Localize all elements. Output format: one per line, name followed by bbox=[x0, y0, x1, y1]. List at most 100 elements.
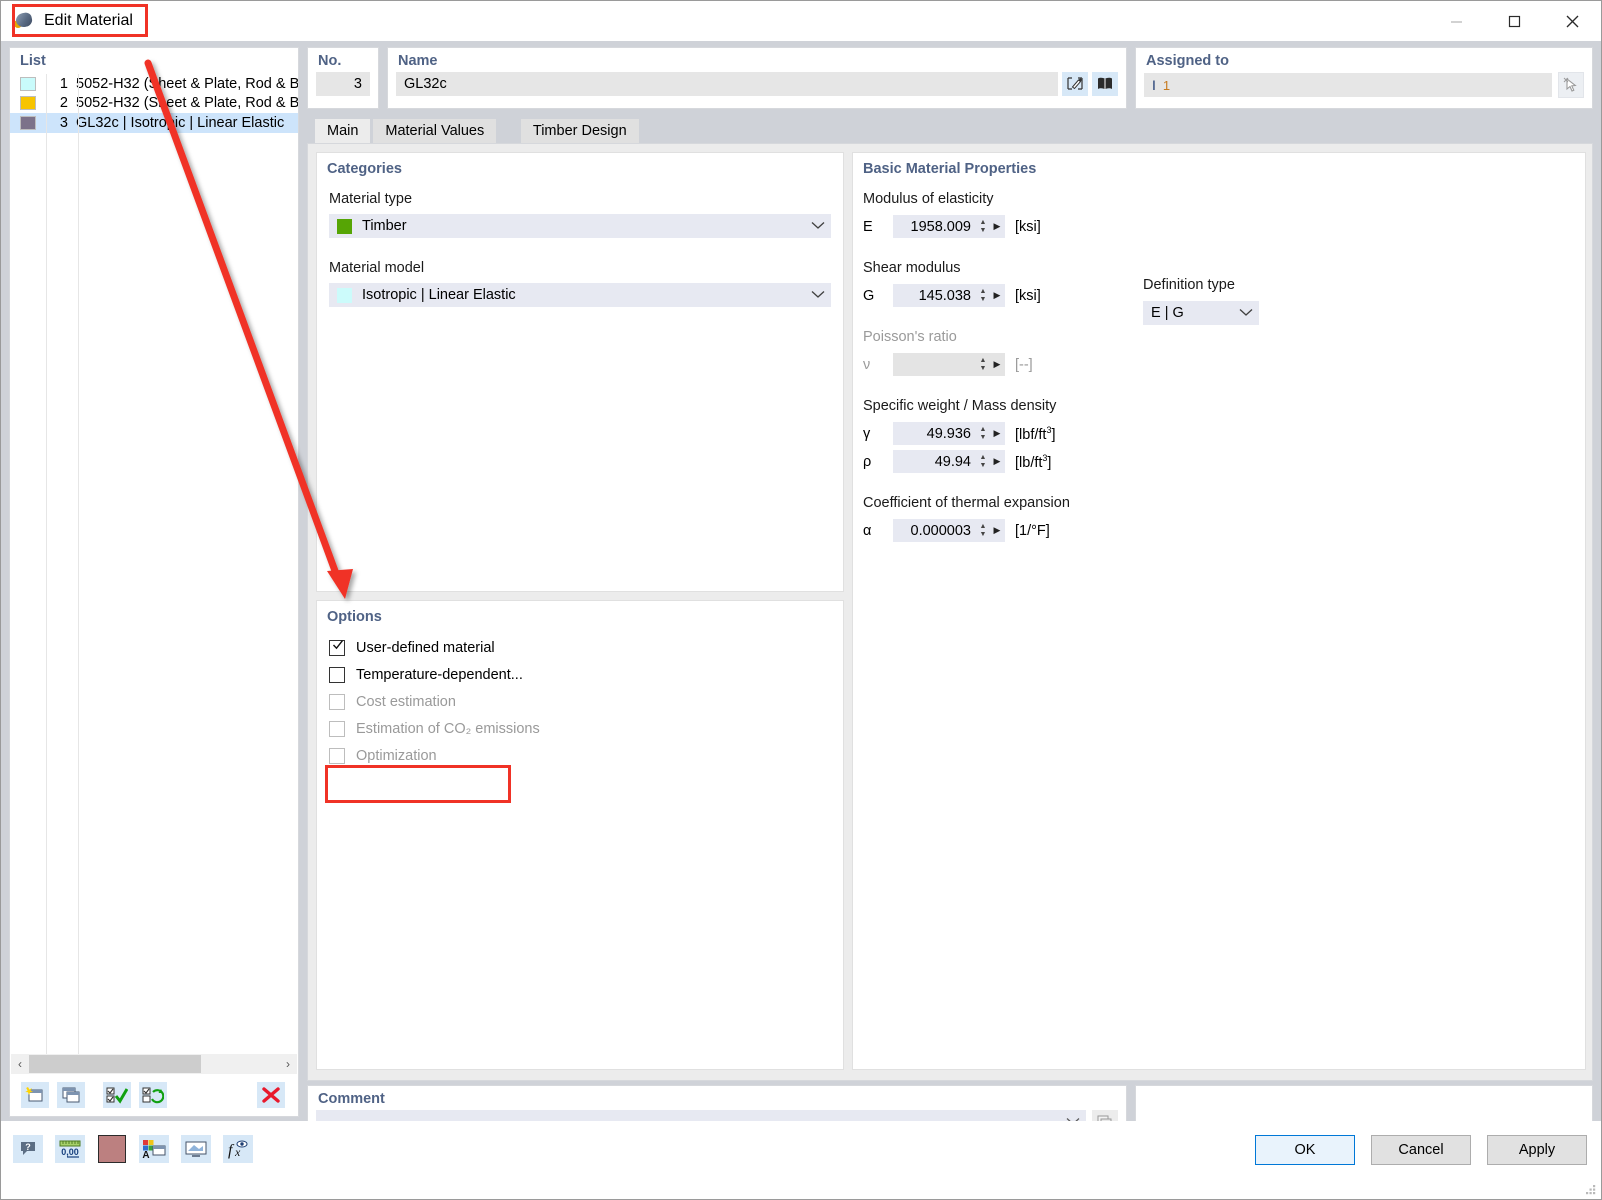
material-list[interactable]: 1 5052-H32 (Sheet & Plate, Rod & Bar) | I… bbox=[10, 74, 298, 133]
E-spinner[interactable]: ▲▼ bbox=[977, 220, 989, 233]
alpha-value: 0.000003 bbox=[893, 523, 977, 539]
basic-properties-title: Basic Material Properties bbox=[853, 153, 1585, 177]
material-sphere-icon bbox=[13, 10, 35, 32]
rho-expand-icon[interactable]: ▶ bbox=[989, 456, 1005, 467]
user-defined-material-checkbox[interactable]: User-defined material bbox=[317, 634, 843, 661]
gamma-input[interactable]: 49.936 ▲▼ ▶ bbox=[893, 422, 1005, 445]
svg-text:0,00: 0,00 bbox=[61, 1147, 79, 1157]
dialog-buttons: OK Cancel Apply bbox=[1255, 1135, 1587, 1165]
definition-type-block: Definition type E | G bbox=[1143, 277, 1263, 325]
assigned-to-input[interactable]: I 1 bbox=[1144, 73, 1552, 97]
delete-material-button[interactable] bbox=[257, 1082, 285, 1108]
list-item[interactable]: 3GL32c | Isotropic | Linear Elastic bbox=[10, 113, 298, 133]
ok-button[interactable]: OK bbox=[1255, 1135, 1355, 1165]
color-swatch-icon[interactable] bbox=[97, 1135, 127, 1163]
G-input[interactable]: 145.038 ▲▼ ▶ bbox=[893, 284, 1005, 307]
thermal-expansion-row: α 0.000003 ▲▼ ▶ [1/°F] bbox=[863, 519, 1585, 542]
tab-material-values[interactable]: Material Values bbox=[373, 119, 496, 143]
alpha-input[interactable]: 0.000003 ▲▼ ▶ bbox=[893, 519, 1005, 542]
scroll-right-arrow[interactable]: › bbox=[279, 1054, 297, 1074]
window-title: Edit Material bbox=[44, 12, 133, 30]
checkbox-box[interactable] bbox=[329, 640, 345, 656]
name-label: Name bbox=[388, 48, 1126, 72]
ruler-000-icon[interactable]: 0,00 bbox=[55, 1135, 85, 1163]
nu-input: ▲▼ ▶ bbox=[893, 353, 1005, 376]
list-toolbar bbox=[11, 1076, 297, 1114]
bottom-left-toolbar: ? 0,00 A bbox=[13, 1135, 253, 1163]
edit-material-dialog: Edit Material List 15052-H32 (Sheet & Pl… bbox=[0, 0, 1602, 1200]
material-type-value: Timber bbox=[362, 218, 407, 234]
invert-selection-button[interactable] bbox=[139, 1082, 167, 1108]
tab-timber-design[interactable]: Timber Design bbox=[521, 119, 639, 143]
definition-type-value: E | G bbox=[1151, 305, 1184, 321]
material-list-panel: List 15052-H32 (Sheet & Plate, Rod & Bar… bbox=[9, 47, 299, 1117]
minimize-button[interactable] bbox=[1427, 1, 1485, 41]
assigned-to-value: 1 bbox=[1163, 78, 1170, 93]
open-book-icon[interactable] bbox=[1092, 72, 1118, 96]
tab-strip[interactable]: MainMaterial Values Timber Design bbox=[307, 119, 1593, 143]
checkbox-label: Optimization bbox=[356, 748, 437, 764]
list-horizontal-scrollbar[interactable]: ‹ › bbox=[11, 1054, 297, 1074]
scrollbar-thumb[interactable] bbox=[29, 1055, 201, 1073]
tab-main[interactable]: Main bbox=[315, 119, 370, 143]
assigned-to-card: Assigned to I 1 bbox=[1135, 47, 1593, 109]
alpha-unit: [1/°F] bbox=[1015, 523, 1050, 539]
list-item-label: 5052-H32 (Sheet & Plate, Rod & Bar) | Is… bbox=[76, 95, 298, 111]
E-input[interactable]: 1958.009 ▲▼ ▶ bbox=[893, 215, 1005, 238]
color-palette-window-icon[interactable]: A bbox=[139, 1135, 169, 1163]
number-value[interactable]: 3 bbox=[316, 72, 370, 96]
temperature-dependent-checkbox[interactable]: Temperature-dependent... bbox=[317, 661, 843, 688]
G-spinner[interactable]: ▲▼ bbox=[977, 289, 989, 302]
list-item[interactable]: 25052-H32 (Sheet & Plate, Rod & Bar) | I… bbox=[10, 94, 298, 114]
scroll-left-arrow[interactable]: ‹ bbox=[11, 1054, 29, 1074]
gamma-spinner[interactable]: ▲▼ bbox=[977, 427, 989, 440]
alpha-expand-icon[interactable]: ▶ bbox=[989, 525, 1005, 536]
help-magnifier-icon[interactable]: ? bbox=[13, 1135, 43, 1163]
definition-type-select[interactable]: E | G bbox=[1143, 301, 1259, 325]
definition-type-label: Definition type bbox=[1143, 277, 1263, 293]
list-item[interactable]: 1 5052-H32 (Sheet & Plate, Rod & Bar) | I… bbox=[10, 74, 298, 94]
checkbox-box bbox=[329, 694, 345, 710]
rho-spinner[interactable]: ▲▼ bbox=[977, 455, 989, 468]
resize-grip[interactable] bbox=[1584, 1183, 1597, 1196]
list-item-label: 5052-H32 (Sheet & Plate, Rod & Bar) | Is… bbox=[76, 76, 298, 92]
material-color-swatch bbox=[20, 77, 36, 91]
new-material-button[interactable] bbox=[21, 1082, 49, 1108]
poissons-ratio-row: ν ▲▼ ▶ [--] bbox=[863, 353, 1585, 376]
window-controls bbox=[1427, 1, 1601, 41]
edit-pencil-icon[interactable] bbox=[1062, 72, 1088, 96]
poissons-ratio-label: Poisson's ratio bbox=[863, 329, 1585, 345]
options-group: Options User-defined materialTemperature… bbox=[316, 600, 844, 1070]
checkbox-label: Cost estimation bbox=[356, 694, 456, 710]
name-input[interactable]: GL32c bbox=[396, 72, 1058, 96]
poissons-ratio-block: Poisson's ratio ν ▲▼ ▶ [--] bbox=[863, 329, 1585, 376]
cancel-button[interactable]: Cancel bbox=[1371, 1135, 1471, 1165]
monitor-icon[interactable] bbox=[181, 1135, 211, 1163]
close-button[interactable] bbox=[1543, 1, 1601, 41]
chevron-down-icon bbox=[1239, 305, 1253, 321]
list-column-separator bbox=[78, 74, 79, 1054]
main-tab-content: Categories Material type Timber Material… bbox=[307, 143, 1593, 1081]
user-defined-highlight-box bbox=[325, 765, 511, 803]
alpha-spinner[interactable]: ▲▼ bbox=[977, 524, 989, 537]
member-ibeam-icon: I bbox=[1152, 77, 1156, 93]
checkbox-label: Temperature-dependent... bbox=[356, 667, 523, 683]
material-type-select[interactable]: Timber bbox=[329, 214, 831, 238]
E-expand-icon[interactable]: ▶ bbox=[989, 221, 1005, 232]
apply-button[interactable]: Apply bbox=[1487, 1135, 1587, 1165]
svg-text:A: A bbox=[142, 1150, 149, 1159]
rho-input[interactable]: 49.94 ▲▼ ▶ bbox=[893, 450, 1005, 473]
material-model-select[interactable]: Isotropic | Linear Elastic bbox=[329, 283, 831, 307]
G-expand-icon[interactable]: ▶ bbox=[989, 290, 1005, 301]
select-all-button[interactable] bbox=[103, 1082, 131, 1108]
maximize-button[interactable] bbox=[1485, 1, 1543, 41]
gamma-expand-icon[interactable]: ▶ bbox=[989, 428, 1005, 439]
checkbox-box[interactable] bbox=[329, 667, 345, 683]
fx-eye-icon[interactable]: f x bbox=[223, 1135, 253, 1163]
copy-material-button[interactable] bbox=[57, 1082, 85, 1108]
select-objects-icon[interactable] bbox=[1558, 72, 1584, 98]
nu-unit: [--] bbox=[1015, 357, 1033, 373]
checkbox-box bbox=[329, 748, 345, 764]
list-item-number: 1 bbox=[40, 76, 68, 92]
cost-estimation-checkbox: Cost estimation bbox=[317, 688, 843, 715]
